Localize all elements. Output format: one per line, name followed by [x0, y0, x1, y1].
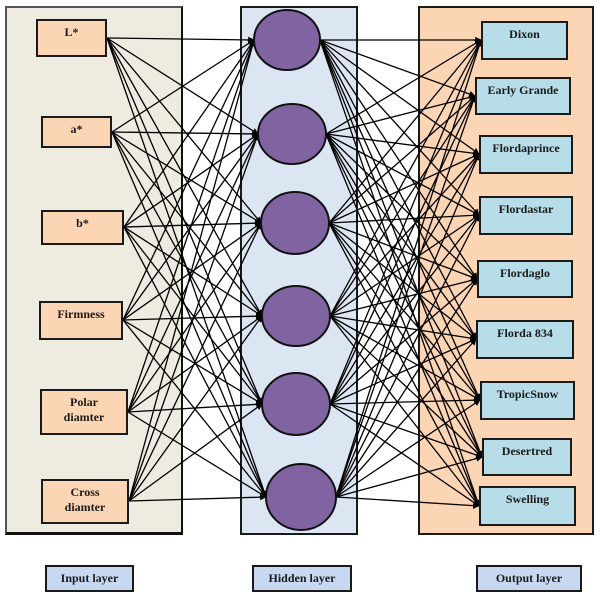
- input-node-cross-diameter: Cross diamter: [41, 479, 129, 524]
- input-node-label: Firmness: [57, 307, 105, 321]
- output-node-flordaglo: Flordaglo: [477, 260, 573, 298]
- output-node-label: Early Grande: [487, 83, 559, 97]
- output-node-flordastar: Flordastar: [479, 196, 573, 235]
- output-node-label: Swelling: [505, 492, 550, 506]
- input-layer-panel: [5, 6, 183, 535]
- output-node-flordaprince: Flordaprince: [479, 135, 573, 174]
- output-node-label: Florda 834: [497, 326, 553, 340]
- output-node-label: Flordaprince: [492, 141, 560, 155]
- hidden-layer-panel: [240, 6, 358, 535]
- output-node-swelling: Swelling: [479, 486, 576, 526]
- output-node-label: Dixon: [509, 27, 540, 41]
- output-node-tropicsnow: TropicSnow: [480, 381, 575, 420]
- input-node-polar-diameter: Polar diamter: [40, 389, 128, 435]
- hidden-layer-label: Hidden layer: [252, 565, 352, 592]
- output-node-early-grande: Early Grande: [475, 77, 571, 115]
- output-node-label: Flordaglo: [500, 266, 550, 280]
- input-node-label: diamter: [64, 500, 106, 514]
- output-layer-label: Output layer: [476, 565, 582, 592]
- input-node-label: L*: [64, 25, 79, 39]
- input-node-label: Polar: [70, 395, 98, 409]
- input-layer-label: Input layer: [45, 565, 134, 592]
- output-node-label: Desertred: [501, 444, 553, 458]
- output-node-dixon: Dixon: [481, 21, 568, 60]
- output-node-florda-834: Florda 834: [476, 320, 574, 359]
- input-node-label: a*: [70, 122, 83, 136]
- output-node-label: TropicSnow: [496, 387, 559, 401]
- output-node-label: Flordastar: [498, 202, 554, 216]
- input-node-firmness: Firmness: [39, 301, 123, 340]
- input-node-l-star: L*: [36, 19, 107, 57]
- input-node-b-star: b*: [41, 210, 124, 245]
- input-node-label: diamter: [63, 410, 105, 424]
- output-node-desertred: Desertred: [482, 438, 572, 476]
- input-node-label: b*: [76, 216, 89, 230]
- input-node-label: Cross: [70, 485, 100, 499]
- input-node-a-star: a*: [41, 116, 112, 148]
